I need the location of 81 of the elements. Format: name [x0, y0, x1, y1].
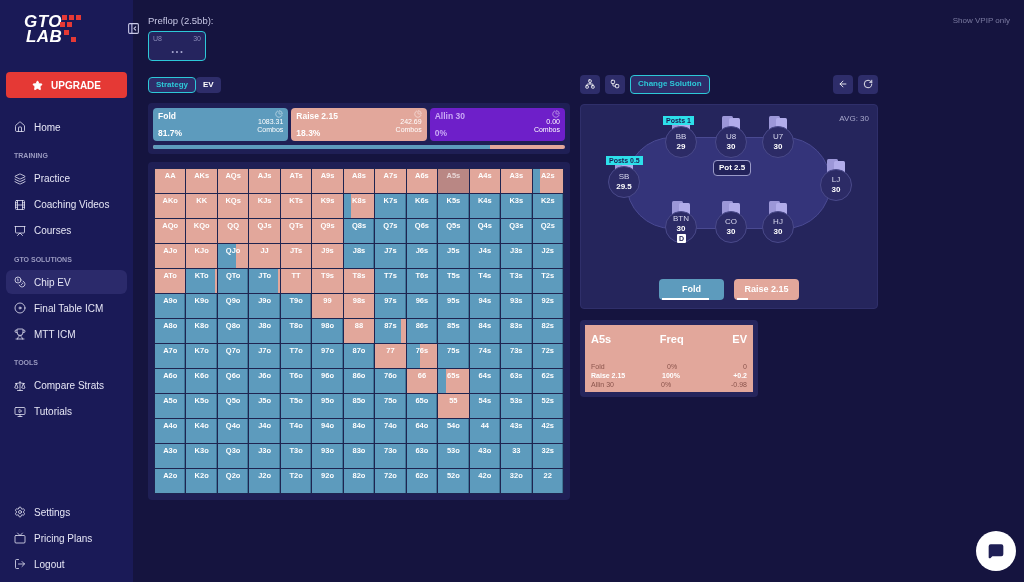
layers-icon: [14, 172, 26, 185]
scale-icon: [14, 379, 26, 392]
nav-item[interactable]: Compare Strats: [6, 373, 127, 398]
nav-item[interactable]: MTT ICM: [6, 322, 127, 346]
detail-column-header: A5s: [591, 332, 612, 348]
seat-position: HJ: [773, 217, 783, 228]
seat-position: BTN: [673, 214, 689, 225]
logo-text: LAB: [26, 29, 63, 44]
detail-column-header: EV: [732, 332, 747, 348]
action-percent: 0%: [434, 126, 448, 140]
action-percent: 81.7%: [158, 126, 183, 140]
monitor-play-icon: [14, 405, 26, 418]
seat-stack: 29.5: [616, 182, 632, 193]
trophy-icon: [14, 328, 26, 340]
nav-item[interactable]: Logout: [6, 552, 127, 576]
pie-chart-icon: [413, 110, 422, 119]
network-button[interactable]: [580, 74, 600, 94]
average-stack: AVG: 30: [839, 113, 869, 126]
view-tab[interactable]: Strategy: [148, 77, 196, 94]
nav-item[interactable]: Chip EV: [6, 270, 127, 294]
pot-label: Pot 2.5: [713, 160, 752, 177]
action-button[interactable]: Fold: [659, 279, 724, 301]
seat-position: BB: [675, 132, 687, 143]
seat[interactable]: U7 30: [762, 126, 794, 159]
tv-icon: [14, 532, 26, 544]
vpip-toggle[interactable]: Show VPIP only: [952, 15, 1010, 27]
seat-stack: 30: [726, 227, 736, 238]
street-label: Preflop (2.5bb):: [148, 14, 214, 28]
seat-stack: 29: [676, 142, 686, 153]
nav-item[interactable]: Settings: [6, 500, 127, 524]
action-name: Fold: [158, 110, 177, 123]
nav-item[interactable]: Pricing Plans: [6, 526, 127, 550]
pie-chart-icon: [552, 110, 560, 119]
seat-position: U7: [772, 132, 784, 143]
seat-position: SB: [618, 172, 630, 183]
detail-column-header: Freq: [659, 332, 684, 348]
network-icon: [585, 79, 595, 90]
seat-position: LJ: [831, 175, 841, 186]
change-solution-button[interactable]: Change Solution: [630, 74, 710, 94]
coins-icon: [14, 276, 26, 288]
action-name: Raise 2.15: [296, 110, 338, 123]
back-arrow-icon: [838, 79, 848, 90]
pie-chart-icon: [275, 110, 284, 119]
logout-icon: [14, 558, 26, 570]
disc-icon: [14, 302, 26, 314]
workflow-icon: [610, 79, 620, 90]
logo-text: GTO: [24, 14, 63, 29]
seat-stack: 30: [773, 142, 783, 153]
nav-item[interactable]: Home: [6, 115, 127, 139]
nav-item[interactable]: Coaching Videos: [6, 192, 127, 217]
nav-item[interactable]: Tutorials: [6, 399, 127, 424]
seat-position: CO: [725, 217, 737, 228]
chat-icon: [988, 543, 1004, 559]
collapse-sidebar-button[interactable]: [127, 22, 140, 35]
refresh-button[interactable]: [858, 74, 878, 94]
presentation-icon: [14, 224, 26, 237]
seat-stack: 30: [831, 185, 841, 196]
nav-item[interactable]: Courses: [6, 218, 127, 243]
workflow-button[interactable]: [605, 74, 625, 94]
back-button[interactable]: [833, 74, 853, 94]
nav-item[interactable]: Practice: [6, 166, 127, 191]
home-icon: [14, 121, 26, 133]
upgrade-button[interactable]: UPGRADE: [6, 72, 127, 98]
star-icon: [32, 79, 43, 91]
action-button[interactable]: Raise 2.15: [734, 279, 799, 301]
action-percent: 18.3%: [296, 126, 322, 140]
refresh-icon: [863, 79, 873, 90]
nav-item[interactable]: Final Table ICM: [6, 296, 127, 320]
action-name: Allin 30: [434, 110, 465, 123]
seat-stack: 30: [676, 224, 686, 235]
settings-icon: [14, 506, 26, 518]
seat-position: U8: [725, 132, 737, 143]
collapse-panel-icon: [127, 22, 140, 35]
film-icon: [14, 198, 26, 211]
seat[interactable]: SB 29.5: [608, 166, 640, 199]
seat[interactable]: U8 30: [715, 126, 747, 159]
seat-stack: 30: [773, 227, 783, 238]
view-tab[interactable]: EV: [196, 77, 221, 94]
seat-stack: 30: [726, 142, 736, 153]
seat[interactable]: BB 29: [665, 126, 697, 159]
chat-button[interactable]: [976, 531, 1016, 571]
